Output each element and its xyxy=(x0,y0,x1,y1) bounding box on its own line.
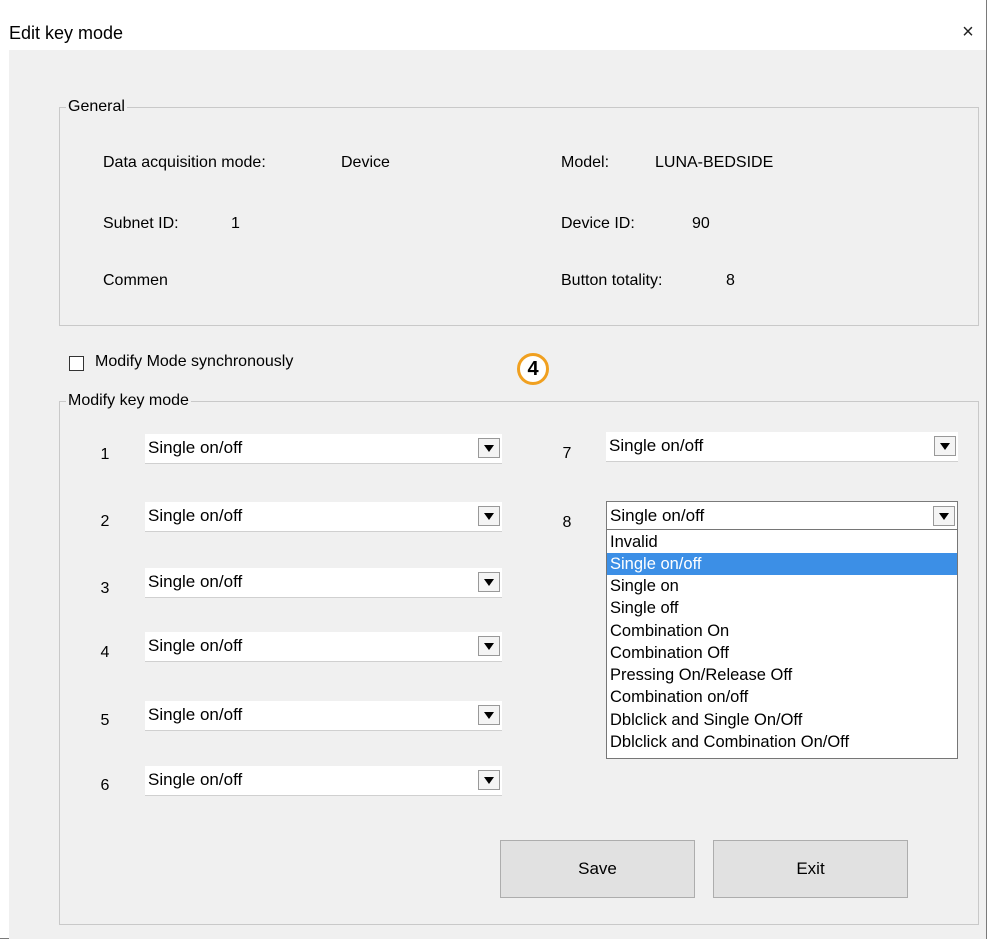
chevron-down-icon[interactable] xyxy=(934,436,956,456)
key-mode-value-6: Single on/off xyxy=(148,770,243,789)
dialog-body: General Data acquisition mode: Device Mo… xyxy=(9,50,986,939)
key-mode-select-5[interactable]: Single on/off xyxy=(145,701,502,731)
dropdown-option-single-on[interactable]: Single on xyxy=(607,575,957,597)
key-mode-value-1: Single on/off xyxy=(148,438,243,457)
key-number-2: 2 xyxy=(100,513,110,530)
device-id-value: 90 xyxy=(692,215,710,232)
button-totality-value: 8 xyxy=(726,272,735,289)
key-number-8: 8 xyxy=(562,514,572,531)
dropdown-option-single-off[interactable]: Single off xyxy=(607,597,957,619)
title-bar[interactable]: Edit key mode × xyxy=(0,0,986,43)
key-mode-value-8: Single on/off xyxy=(610,506,705,525)
chevron-down-icon[interactable] xyxy=(478,438,500,458)
chevron-down-icon[interactable] xyxy=(478,636,500,656)
dropdown-option-pressing-on-release-off[interactable]: Pressing On/Release Off xyxy=(607,664,957,686)
key-mode-dropdown-list: Invalid Single on/off Single on Single o… xyxy=(606,529,958,759)
chevron-down-icon[interactable] xyxy=(933,506,955,526)
save-button[interactable]: Save xyxy=(500,840,695,898)
key-number-3: 3 xyxy=(100,580,110,597)
chevron-down-icon[interactable] xyxy=(478,770,500,790)
exit-button[interactable]: Exit xyxy=(713,840,908,898)
model-value: LUNA-BEDSIDE xyxy=(655,154,774,171)
key-mode-value-4: Single on/off xyxy=(148,636,243,655)
key-mode-value-2: Single on/off xyxy=(148,506,243,525)
key-number-6: 6 xyxy=(100,777,110,794)
general-legend: General xyxy=(68,98,125,115)
annotation-badge: 4 xyxy=(517,353,549,385)
sync-mode-label[interactable]: Modify Mode synchronously xyxy=(95,353,293,371)
dropdown-option-dblclick-single[interactable]: Dblclick and Single On/Off xyxy=(607,709,957,731)
key-mode-select-4[interactable]: Single on/off xyxy=(145,632,502,662)
dropdown-option-combination-on[interactable]: Combination On xyxy=(607,620,957,642)
chevron-down-icon[interactable] xyxy=(478,705,500,725)
subnet-id-label: Subnet ID: xyxy=(103,215,179,232)
model-label: Model: xyxy=(561,154,610,171)
key-mode-select-7[interactable]: Single on/off xyxy=(606,432,958,462)
sync-mode-checkbox[interactable] xyxy=(69,356,84,371)
chevron-down-icon[interactable] xyxy=(478,572,500,592)
dropdown-option-combination-off[interactable]: Combination Off xyxy=(607,642,957,664)
window-title: Edit key mode xyxy=(9,23,124,43)
dropdown-option-invalid[interactable]: Invalid xyxy=(607,531,957,553)
dropdown-option-combination-on-off[interactable]: Combination on/off xyxy=(607,686,957,708)
dropdown-option-single-on-off[interactable]: Single on/off xyxy=(607,553,957,575)
key-mode-select-6[interactable]: Single on/off xyxy=(145,766,502,796)
dropdown-option-dblclick-combination[interactable]: Dblclick and Combination On/Off xyxy=(607,731,957,753)
key-mode-select-3[interactable]: Single on/off xyxy=(145,568,502,598)
commen-label: Commen xyxy=(103,272,168,289)
key-mode-select-1[interactable]: Single on/off xyxy=(145,434,502,464)
edit-key-mode-dialog: Edit key mode × General Data acquisition… xyxy=(0,0,987,939)
key-mode-select-8[interactable]: Single on/off xyxy=(606,501,958,531)
key-mode-value-3: Single on/off xyxy=(148,572,243,591)
data-acquisition-value: Device xyxy=(341,154,390,171)
key-mode-value-7: Single on/off xyxy=(609,436,704,455)
close-icon[interactable]: × xyxy=(950,18,986,46)
key-number-4: 4 xyxy=(100,644,110,661)
key-mode-value-5: Single on/off xyxy=(148,705,243,724)
device-id-label: Device ID: xyxy=(561,215,635,232)
key-mode-select-2[interactable]: Single on/off xyxy=(145,502,502,532)
subnet-id-value: 1 xyxy=(231,215,240,232)
key-number-7: 7 xyxy=(562,445,572,462)
modify-key-mode-legend: Modify key mode xyxy=(68,392,189,409)
button-totality-label: Button totality: xyxy=(561,272,663,289)
chevron-down-icon[interactable] xyxy=(478,506,500,526)
key-number-1: 1 xyxy=(100,446,110,463)
general-group: General xyxy=(59,98,979,326)
key-number-5: 5 xyxy=(100,712,110,729)
data-acquisition-label: Data acquisition mode: xyxy=(103,154,266,171)
